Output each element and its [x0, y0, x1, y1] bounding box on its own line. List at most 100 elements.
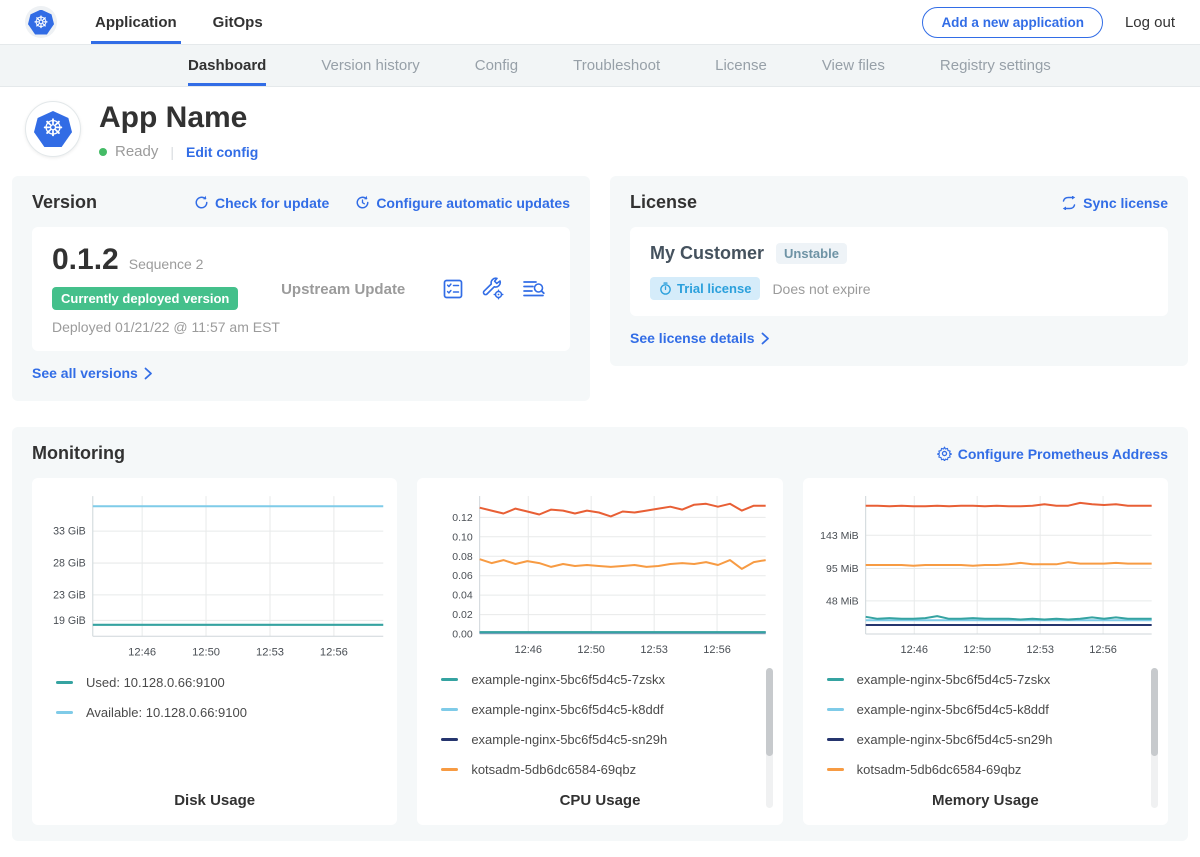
see-license-details-link[interactable]: See license details	[630, 330, 770, 346]
edit-config-link[interactable]: Edit config	[186, 144, 258, 160]
summary-cards-row: Version Check for update Configure au	[12, 176, 1188, 401]
channel-badge: Unstable	[776, 243, 847, 264]
sync-icon	[1061, 196, 1077, 210]
legend-item: example-nginx-5bc6f5d4c5-sn29h	[441, 732, 758, 747]
cpu-usage-chart-title: CPU Usage	[427, 792, 772, 809]
svg-text:12:53: 12:53	[256, 647, 284, 659]
kubernetes-wheel-icon: ☸	[28, 10, 54, 35]
upstream-update-label: Upstream Update	[281, 281, 442, 298]
check-for-update-link[interactable]: Check for update	[194, 195, 329, 211]
charts-row: 19 GiB23 GiB28 GiB33 GiB12:4612:5012:531…	[32, 478, 1168, 825]
configure-automatic-updates-link[interactable]: Configure automatic updates	[355, 195, 570, 211]
refresh-icon	[194, 195, 209, 210]
app-subnav: Dashboard Version history Config Trouble…	[0, 45, 1200, 87]
memory-usage-chart: 48 MiB95 MiB143 MiB12:4612:5012:5312:56	[813, 488, 1158, 660]
see-all-versions-link[interactable]: See all versions	[32, 365, 153, 381]
svg-text:12:50: 12:50	[963, 644, 991, 656]
version-card-title: Version	[32, 192, 97, 213]
license-card-title: License	[630, 192, 697, 213]
view-diff-button[interactable]	[522, 278, 546, 300]
subnav-dashboard[interactable]: Dashboard	[188, 45, 266, 86]
svg-text:0.04: 0.04	[453, 590, 474, 602]
legend-item: Available: 10.128.0.66:9100	[56, 705, 373, 720]
legend-label: example-nginx-5bc6f5d4c5-k8ddf	[471, 702, 663, 717]
version-card: Version Check for update Configure au	[12, 176, 590, 401]
subnav-troubleshoot[interactable]: Troubleshoot	[573, 45, 660, 86]
customer-name: My Customer	[650, 243, 764, 264]
configure-prometheus-label: Configure Prometheus Address	[958, 446, 1168, 462]
legend-swatch	[441, 708, 458, 711]
subnav-config[interactable]: Config	[475, 45, 518, 86]
legend-label: example-nginx-5bc6f5d4c5-7zskx	[471, 672, 665, 687]
legend-label: kotsadm-5db6dc6584-69qbz	[471, 762, 636, 777]
svg-text:12:53: 12:53	[1026, 644, 1054, 656]
legend-label: Available: 10.128.0.66:9100	[86, 705, 247, 720]
legend-label: Used: 10.128.0.66:9100	[86, 675, 225, 690]
monitoring-section: Monitoring Configure Prometheus Address …	[12, 427, 1188, 841]
license-panel: My Customer Unstable Trial license Does …	[630, 227, 1168, 316]
memory-usage-chart-card: 48 MiB95 MiB143 MiB12:4612:5012:5312:56 …	[803, 478, 1168, 825]
svg-text:48 MiB: 48 MiB	[826, 595, 859, 607]
subnav-view-files[interactable]: View files	[822, 45, 885, 86]
legend-item: Used: 10.128.0.66:9100	[56, 675, 373, 690]
tab-gitops[interactable]: GitOps	[209, 0, 267, 44]
memory-usage-legend: example-nginx-5bc6f5d4c5-7zskx example-ng…	[827, 672, 1144, 777]
legend-swatch	[827, 738, 844, 741]
svg-text:0.00: 0.00	[453, 629, 474, 641]
version-number: 0.1.2	[52, 243, 119, 277]
subnav-license[interactable]: License	[715, 45, 767, 86]
legend-scrollbar[interactable]	[1151, 668, 1158, 808]
disk-usage-chart: 19 GiB23 GiB28 GiB33 GiB12:4612:5012:531…	[42, 488, 387, 663]
legend-swatch	[56, 681, 73, 684]
svg-text:12:56: 12:56	[704, 644, 732, 656]
trial-license-badge: Trial license	[650, 277, 760, 300]
config-values-button[interactable]	[481, 277, 505, 301]
legend-scrollbar[interactable]	[766, 668, 773, 808]
svg-text:0.08: 0.08	[453, 551, 474, 563]
release-notes-button[interactable]	[442, 278, 464, 300]
svg-text:12:50: 12:50	[192, 647, 220, 659]
legend-item: example-nginx-5bc6f5d4c5-k8ddf	[441, 702, 758, 717]
sync-license-link[interactable]: Sync license	[1061, 195, 1168, 211]
svg-text:12:56: 12:56	[320, 647, 348, 659]
check-for-update-label: Check for update	[215, 195, 329, 211]
legend-item: example-nginx-5bc6f5d4c5-7zskx	[827, 672, 1144, 687]
disk-usage-chart-title: Disk Usage	[42, 792, 387, 809]
app-header: ☸ App Name Ready | Edit config	[0, 87, 1200, 172]
cpu-usage-chart-card: 0.000.020.040.060.080.100.1212:4612:5012…	[417, 478, 782, 825]
legend-swatch	[441, 678, 458, 681]
trial-license-label: Trial license	[677, 281, 751, 296]
stopwatch-icon	[659, 282, 672, 295]
legend-item: example-nginx-5bc6f5d4c5-k8ddf	[827, 702, 1144, 717]
configure-prometheus-link[interactable]: Configure Prometheus Address	[937, 446, 1168, 462]
cpu-usage-legend: example-nginx-5bc6f5d4c5-7zskx example-ng…	[441, 672, 758, 777]
add-application-button[interactable]: Add a new application	[922, 7, 1103, 38]
legend-label: example-nginx-5bc6f5d4c5-sn29h	[471, 732, 667, 747]
svg-text:0.12: 0.12	[453, 512, 474, 524]
monitoring-title: Monitoring	[32, 443, 125, 464]
legend-label: kotsadm-5db6dc6584-69qbz	[857, 762, 1022, 777]
legend-swatch	[827, 678, 844, 681]
expiry-label: Does not expire	[772, 281, 870, 297]
svg-text:0.02: 0.02	[453, 609, 474, 621]
version-sequence: Sequence 2	[129, 256, 204, 272]
memory-usage-chart-title: Memory Usage	[813, 792, 1158, 809]
kubernetes-logo: ☸	[25, 0, 57, 44]
divider: |	[170, 144, 174, 160]
legend-swatch	[827, 708, 844, 711]
see-license-details-label: See license details	[630, 330, 755, 346]
legend-item: example-nginx-5bc6f5d4c5-sn29h	[827, 732, 1144, 747]
chevron-right-icon	[761, 332, 770, 345]
configure-automatic-updates-label: Configure automatic updates	[376, 195, 570, 211]
svg-text:12:46: 12:46	[128, 647, 156, 659]
ready-status-dot	[99, 148, 107, 156]
tab-application[interactable]: Application	[91, 0, 181, 44]
subnav-version-history[interactable]: Version history	[321, 45, 419, 86]
disk-usage-chart-card: 19 GiB23 GiB28 GiB33 GiB12:4612:5012:531…	[32, 478, 397, 825]
app-icon: ☸	[25, 101, 81, 157]
lines-magnifier-icon	[522, 278, 546, 300]
legend-label: example-nginx-5bc6f5d4c5-7zskx	[857, 672, 1051, 687]
subnav-registry-settings[interactable]: Registry settings	[940, 45, 1051, 86]
legend-label: example-nginx-5bc6f5d4c5-k8ddf	[857, 702, 1049, 717]
logout-button[interactable]: Log out	[1125, 14, 1175, 31]
